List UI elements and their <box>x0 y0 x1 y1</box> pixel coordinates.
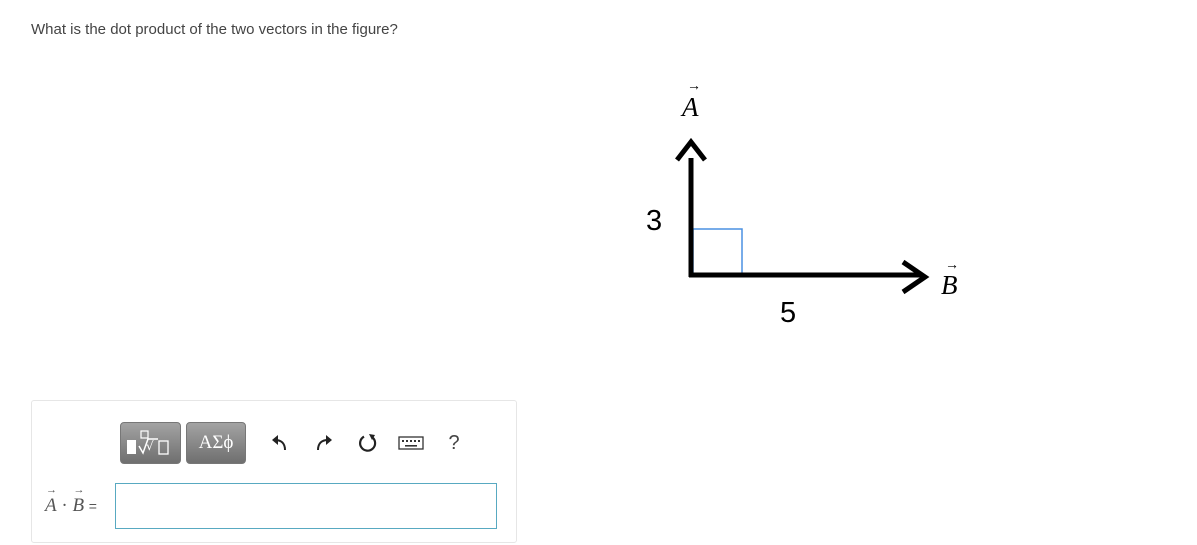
redo-icon[interactable] <box>309 428 339 458</box>
length-b-label: 5 <box>780 297 796 329</box>
keyboard-icon[interactable] <box>395 428 427 458</box>
expr-arrow-b: → <box>73 484 85 496</box>
undo-icon[interactable] <box>265 428 295 458</box>
help-button[interactable]: ? <box>439 428 469 458</box>
expr-a-label: A <box>45 495 57 516</box>
math-toolbar: √ ΑΣϕ ? <box>120 421 469 465</box>
expr-b-label: B <box>72 495 85 516</box>
right-angle-marker <box>692 228 743 276</box>
answer-panel: √ ΑΣϕ ? → A · → B = <box>31 400 517 543</box>
expr-arrow-a: → <box>46 484 57 496</box>
answer-input[interactable] <box>115 483 497 529</box>
expr-equals: = <box>88 498 97 514</box>
expr-vector-b: → B <box>72 484 85 517</box>
vector-b-label: B <box>941 270 958 300</box>
symbols-button[interactable]: ΑΣϕ <box>186 422 246 464</box>
length-a-label: 3 <box>646 205 662 237</box>
symbols-label: ΑΣϕ <box>198 432 234 453</box>
vector-figure: → A → B 3 5 <box>646 79 959 329</box>
templates-button[interactable]: √ <box>120 422 181 464</box>
vector-a-label: A <box>680 92 699 122</box>
answer-expression: → A · → B = <box>45 484 97 517</box>
question-text: What is the dot product of the two vecto… <box>31 21 398 38</box>
vector-a-arrowhead <box>675 137 707 162</box>
reset-icon[interactable] <box>353 428 383 458</box>
templates-icon: √ <box>126 430 169 455</box>
svg-text:√: √ <box>146 439 154 453</box>
expr-dot: · <box>61 495 68 516</box>
expr-vector-a: → A <box>45 484 57 517</box>
